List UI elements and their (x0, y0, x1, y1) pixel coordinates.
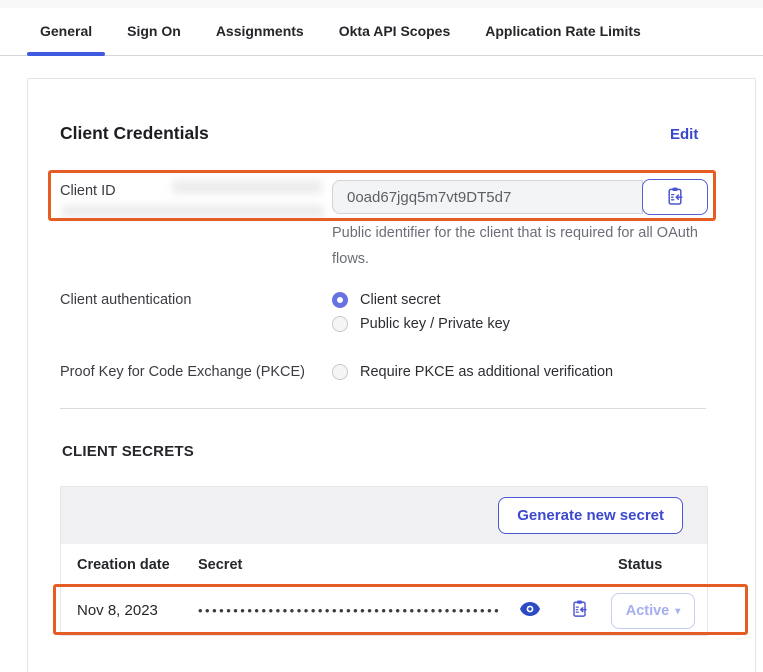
client-credentials-title: Client Credentials (60, 123, 209, 144)
copy-secret-button[interactable] (567, 599, 591, 621)
column-header-secret: Secret (198, 557, 242, 573)
client-id-help-text: Public identifier for the client that is… (332, 221, 704, 272)
tab-okta-api-scopes[interactable]: Okta API Scopes (326, 8, 464, 55)
tab-general[interactable]: General (27, 8, 105, 55)
top-strip (0, 0, 763, 8)
masked-secret-value: ••••••••••••••••••••••••••••••••••••••••… (198, 603, 501, 618)
app-tab-bar: General Sign On Assignments Okta API Sco… (0, 8, 763, 56)
client-authentication-label: Client authentication (60, 292, 191, 308)
redaction-blur (62, 205, 324, 218)
secrets-table-header: Creation date Secret Status (61, 544, 707, 586)
client-id-label: Client ID (60, 183, 116, 199)
eye-icon (520, 602, 540, 619)
status-label: Active (626, 603, 670, 619)
client-secrets-panel: Generate new secret Creation date Secret… (60, 486, 708, 636)
radio-public-private-key-label[interactable]: Public key / Private key (360, 316, 510, 332)
tab-sign-on[interactable]: Sign On (114, 8, 194, 55)
section-divider (60, 408, 706, 409)
column-header-creation-date: Creation date (77, 557, 170, 573)
edit-link[interactable]: Edit (670, 126, 698, 143)
client-id-copy-button[interactable] (642, 179, 708, 215)
clipboard-copy-icon (665, 186, 685, 209)
secret-creation-date: Nov 8, 2023 (77, 602, 158, 619)
pkce-label: Proof Key for Code Exchange (PKCE) (60, 364, 305, 380)
okta-app-settings-page: General Sign On Assignments Okta API Sco… (0, 0, 763, 672)
tab-application-rate-limits[interactable]: Application Rate Limits (472, 8, 654, 55)
generate-new-secret-button[interactable]: Generate new secret (498, 497, 683, 534)
pkce-checkbox[interactable] (332, 364, 348, 380)
pkce-option-label[interactable]: Require PKCE as additional verification (360, 364, 613, 380)
column-header-status: Status (618, 557, 662, 573)
client-secrets-toolbar: Generate new secret (61, 487, 707, 544)
secret-status-dropdown[interactable]: Active ▾ (611, 593, 695, 629)
redaction-blur (172, 180, 322, 194)
clipboard-copy-icon (570, 599, 589, 621)
chevron-down-icon: ▾ (675, 606, 680, 617)
reveal-secret-button[interactable] (519, 601, 541, 619)
client-id-input[interactable] (332, 180, 643, 214)
radio-client-secret-label[interactable]: Client secret (360, 292, 441, 308)
radio-client-secret[interactable] (332, 292, 348, 308)
client-secrets-title: CLIENT SECRETS (62, 443, 194, 460)
secret-table-row: Nov 8, 2023 ••••••••••••••••••••••••••••… (61, 586, 707, 635)
tab-assignments[interactable]: Assignments (203, 8, 317, 55)
radio-public-private-key[interactable] (332, 316, 348, 332)
